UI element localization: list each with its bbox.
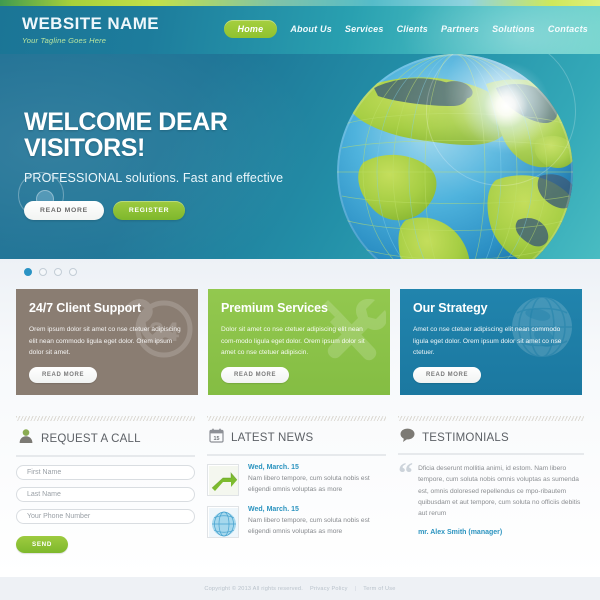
hero-banner: WELCOME DEAR VISITORS! PROFESSIONAL solu… — [0, 54, 600, 259]
nav-item-about-us[interactable]: About Us — [290, 24, 332, 34]
slider-dot-2[interactable] — [39, 268, 47, 276]
hero-buttons: READ MORE REGISTER — [24, 200, 354, 220]
brand-tagline: Your Tagline Goes Here — [22, 36, 107, 45]
nav-item-services[interactable]: Services — [345, 24, 384, 34]
feature-box-title: 24/7 Client Support — [29, 301, 142, 315]
testimonials-header: TESTIMONIALS — [398, 421, 584, 453]
feature-box-text: Orem ipsum dolor sit amet co nse ctetuer… — [29, 326, 181, 357]
wire-globe-icon — [207, 506, 240, 538]
hero-subtitle: PROFESSIONAL solutions. Fast and effecti… — [24, 170, 284, 185]
slider-dot-4[interactable] — [69, 268, 77, 276]
latest-news-title: LATEST NEWS — [231, 432, 314, 444]
main-navigation: Home About Us Services Clients Partners … — [223, 20, 589, 38]
brand-name: WEBSITE NAME — [22, 14, 160, 33]
feature-box-text: Dolor sit amet co nse ctetuer adipiscing… — [221, 326, 365, 357]
request-a-call-header: REQUEST A CALL — [16, 421, 195, 455]
news-item[interactable]: Wed, March. 15 Nam libero tempore, cum s… — [207, 464, 386, 496]
slider-dot-1[interactable] — [24, 268, 32, 276]
send-button[interactable]: SEND — [16, 536, 68, 553]
feature-box-premium-services: Premium Services Dolor sit amet co nse c… — [208, 289, 390, 395]
column-rule — [16, 455, 196, 457]
site-footer: Copyright © 2013 All rights reserved. Pr… — [0, 577, 600, 600]
feature-box-title: Our Strategy — [413, 301, 488, 315]
feature-box-text: Amet co nse ctetuer adipiscing elit nean… — [413, 326, 562, 357]
testimonial-author: mr. Alex Smith (manager) — [418, 528, 503, 536]
person-icon — [18, 428, 34, 449]
nav-item-clients[interactable]: Clients — [397, 24, 428, 34]
news-text: Nam libero tempore, cum soluta nobis est… — [248, 517, 370, 535]
nav-item-contacts[interactable]: Contacts — [548, 24, 588, 34]
column-rule — [398, 453, 585, 455]
website-template-page: WEBSITE NAME Your Tagline Goes Here Home… — [0, 0, 600, 600]
brand-logo[interactable]: WEBSITE NAME Your Tagline Goes Here — [22, 14, 159, 45]
hero-title: WELCOME DEAR VISITORS! — [24, 108, 228, 163]
feature-box-our-strategy: Our Strategy Amet co nse ctetuer adipisc… — [400, 289, 582, 395]
footer-copyright: Copyright © 2013 All rights reserved. — [204, 585, 303, 592]
slider-pagination — [24, 268, 77, 276]
request-call-form: First Name Last Name Your Phone Number S… — [16, 465, 196, 553]
news-body: Wed, March. 15 Nam libero tempore, cum s… — [248, 464, 386, 496]
news-date: Wed, March. 15 — [248, 464, 299, 471]
news-text: Nam libero tempore, cum soluta nobis est… — [248, 475, 370, 493]
footer-terms-link[interactable]: Term of Use — [363, 586, 395, 592]
testimonials-title: TESTIMONIALS — [422, 431, 509, 444]
hatch-divider — [16, 416, 196, 421]
footer-separator: | — [354, 585, 357, 592]
testimonial-quote-block: “ Dficia deserunt mollitia animi, id est… — [398, 457, 584, 536]
hero-copy: WELCOME DEAR VISITORS! PROFESSIONAL solu… — [24, 109, 354, 220]
feature-box-read-more-button[interactable]: READ MORE — [221, 367, 290, 383]
news-body: Wed, March. 15 Nam libero tempore, cum s… — [248, 506, 386, 538]
site-header: WEBSITE NAME Your Tagline Goes Here Home… — [0, 6, 600, 54]
hatch-divider — [207, 416, 387, 421]
register-button[interactable]: REGISTER — [112, 200, 186, 220]
phone-number-input[interactable]: Your Phone Number — [16, 509, 196, 524]
request-a-call-title: REQUEST A CALL — [41, 432, 141, 445]
feature-box-read-more-button[interactable]: READ MORE — [413, 367, 482, 383]
read-more-button[interactable]: READ MORE — [24, 200, 104, 220]
last-name-input[interactable]: Last Name — [16, 487, 196, 502]
hatch-divider — [398, 416, 585, 421]
latest-news-header: 15 LATEST NEWS — [207, 421, 386, 454]
nav-item-home[interactable]: Home — [223, 20, 278, 38]
footer-privacy-policy-link[interactable]: Privacy Policy — [310, 586, 348, 592]
slider-dot-3[interactable] — [54, 268, 62, 276]
green-arrow-icon — [207, 464, 240, 496]
column-rule — [207, 454, 387, 456]
feature-box-title: Premium Services — [221, 301, 328, 315]
request-a-call-column: REQUEST A CALL First Name Last Name Your… — [16, 416, 196, 553]
bottom-columns: REQUEST A CALL First Name Last Name Your… — [16, 416, 585, 553]
feature-box-client-support: 24 24/7 Client Support Orem ipsum dolor … — [16, 289, 198, 395]
latest-news-column: 15 LATEST NEWS Wed, March. 15 Nam libero… — [207, 416, 387, 553]
news-date: Wed, March. 15 — [248, 506, 299, 513]
testimonial-text: Dficia deserunt mollitia animi, id estom… — [418, 465, 581, 518]
calendar-icon: 15 — [209, 428, 224, 448]
feature-boxes: 24 24/7 Client Support Orem ipsum dolor … — [16, 289, 584, 395]
svg-text:15: 15 — [214, 436, 220, 442]
first-name-input[interactable]: First Name — [16, 465, 196, 480]
nav-item-partners[interactable]: Partners — [441, 24, 479, 34]
testimonials-column: TESTIMONIALS “ Dficia deserunt mollitia … — [398, 416, 585, 553]
quote-mark-icon: “ — [398, 457, 414, 490]
nav-item-solutions[interactable]: Solutions — [492, 24, 535, 34]
news-item[interactable]: Wed, March. 15 Nam libero tempore, cum s… — [207, 506, 386, 538]
speech-bubble-icon — [400, 428, 415, 447]
feature-box-read-more-button[interactable]: READ MORE — [29, 367, 98, 383]
